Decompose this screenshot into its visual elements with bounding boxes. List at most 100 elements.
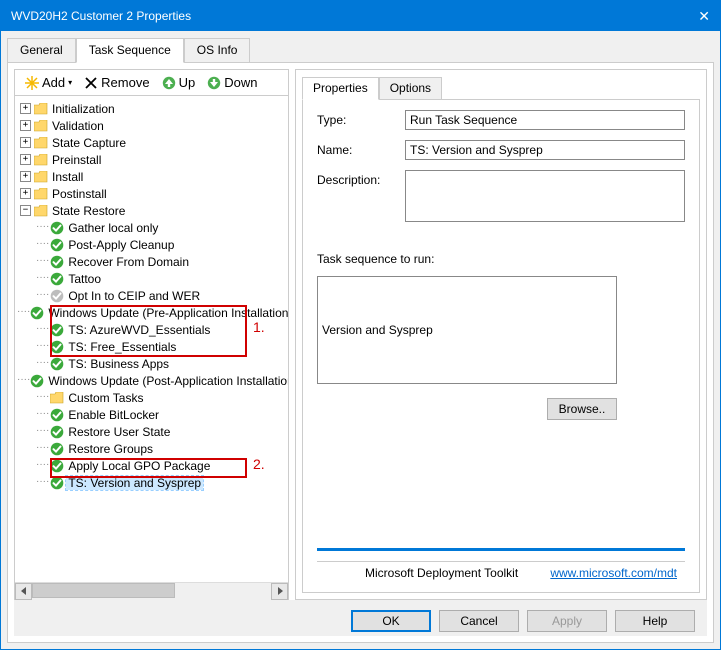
tab-options[interactable]: Options [379,77,442,100]
check-icon [49,220,64,235]
sequence-field[interactable] [317,276,617,384]
check-icon [49,237,64,252]
remove-button[interactable]: Remove [80,74,153,91]
tree-node[interactable]: + Initialization [17,100,286,117]
folder-icon [33,169,48,184]
up-button[interactable]: Up [158,74,200,91]
tree-connector: ···· [36,323,49,334]
browse-button[interactable]: Browse.. [547,398,617,420]
add-button[interactable]: Add ▾ [21,74,76,91]
task-tree[interactable]: +Initialization+Validation+State Capture… [15,96,288,582]
tree-node[interactable]: ····TS: Version and Sysprep [17,474,286,491]
add-label: Add [42,75,65,90]
remove-label: Remove [101,75,149,90]
type-field [405,110,685,130]
tree-node[interactable]: ····Restore Groups [17,440,286,457]
tree-connector: ···· [36,289,49,300]
tree-label: Restore User State [66,425,172,439]
tree-node[interactable]: ····Recover From Domain [17,253,286,270]
tree-label: Install [50,170,85,184]
tree-toggle[interactable]: + [20,188,31,199]
tree-label: Enable BitLocker [66,408,161,422]
tree-toolbar: Add ▾ Remove Up [15,70,288,96]
scroll-left-icon[interactable] [15,583,32,600]
tree-node[interactable]: ····Enable BitLocker [17,406,286,423]
x-icon [84,76,98,90]
tree-node[interactable]: + Preinstall [17,151,286,168]
tree-connector: ···· [36,272,49,283]
tree-node[interactable]: ···· Restore User State [17,423,286,440]
tree-node[interactable]: + State Capture [17,134,286,151]
tree-connector: ···· [17,374,30,385]
check-icon [49,339,64,354]
tab-task-sequence[interactable]: Task Sequence [76,38,184,63]
check-icon [49,424,64,439]
close-icon[interactable]: ✕ [698,8,710,25]
tree-node[interactable]: ····Windows Update (Pre-Application Inst… [17,304,286,321]
tree-node[interactable]: ···· Custom Tasks [17,389,286,406]
tree-label: Gather local only [66,221,160,235]
tree-label: State Capture [50,136,128,150]
tree-label: Tattoo [66,272,103,286]
scroll-track[interactable] [32,583,271,600]
tree-connector: ···· [36,391,49,402]
mdt-link[interactable]: www.microsoft.com/mdt [550,566,677,580]
tree-node[interactable]: ····TS: Free_Essentials [17,338,286,355]
tree-label: TS: Business Apps [66,357,171,371]
cancel-button[interactable]: Cancel [439,610,519,632]
tree-node[interactable]: +Validation [17,117,286,134]
tab-os-info[interactable]: OS Info [184,38,251,63]
sequence-label: Task sequence to run: [317,252,685,266]
tree-toggle[interactable]: + [20,120,31,131]
tree-node[interactable]: ····Apply Local GPO Package [17,457,286,474]
tree-toggle[interactable]: + [20,154,31,165]
tree-label: Custom Tasks [66,391,145,405]
tree-node[interactable]: ····Post-Apply Cleanup [17,236,286,253]
scroll-thumb[interactable] [32,583,175,598]
tree-label: TS: Version and Sysprep [66,476,203,490]
tree-node[interactable]: + Install [17,168,286,185]
tab-general[interactable]: General [7,38,76,63]
tree-connector: ···· [36,221,49,232]
tree-node[interactable]: ····TS: Business Apps [17,355,286,372]
tree-node[interactable]: ····TS: AzureWVD_Essentials [17,321,286,338]
tree-label: Postinstall [50,187,109,201]
tree-connector: ···· [36,425,49,436]
chevron-down-icon: ▾ [68,78,72,87]
ok-button[interactable]: OK [351,610,431,632]
task-tree-pane: Add ▾ Remove Up [14,69,289,600]
tree-node[interactable]: ···· Gather local only [17,219,286,236]
burst-icon [25,76,39,90]
tree-toggle[interactable]: + [20,103,31,114]
check-icon [49,458,64,473]
tree-node[interactable]: ···· Windows Update (Post-Application Ins… [17,372,286,389]
tree-node[interactable]: ····Opt In to CEIP and WER [17,287,286,304]
tree-toggle[interactable]: − [20,205,31,216]
tree-toggle[interactable]: + [20,137,31,148]
tree-label: Windows Update (Pre-Application Installa… [46,306,288,320]
tree-node[interactable]: + Postinstall [17,185,286,202]
accent-bar [317,548,685,551]
folderSmall-icon [49,390,64,405]
brand-label: Microsoft Deployment Toolkit [365,566,518,580]
tree-label: Initialization [50,102,117,116]
name-field[interactable] [405,140,685,160]
titlebar[interactable]: WVD20H2 Customer 2 Properties ✕ [1,1,720,31]
tree-label: Preinstall [50,153,103,167]
check-icon [49,407,64,422]
description-label: Description: [317,170,397,187]
horizontal-scrollbar[interactable] [15,582,288,599]
down-button[interactable]: Down [203,74,261,91]
tree-connector: ···· [36,442,49,453]
tree-toggle[interactable]: + [20,171,31,182]
tree-node[interactable]: −State Restore [17,202,286,219]
tree-label: Windows Update (Post-Application Install… [46,374,288,388]
tab-properties[interactable]: Properties [302,77,379,100]
scroll-right-icon[interactable] [271,583,288,600]
folder-icon [33,186,48,201]
folder-icon [33,135,48,150]
description-field[interactable] [405,170,685,222]
help-button[interactable]: Help [615,610,695,632]
tree-node[interactable]: ···· Tattoo [17,270,286,287]
tree-label: Recover From Domain [66,255,191,269]
